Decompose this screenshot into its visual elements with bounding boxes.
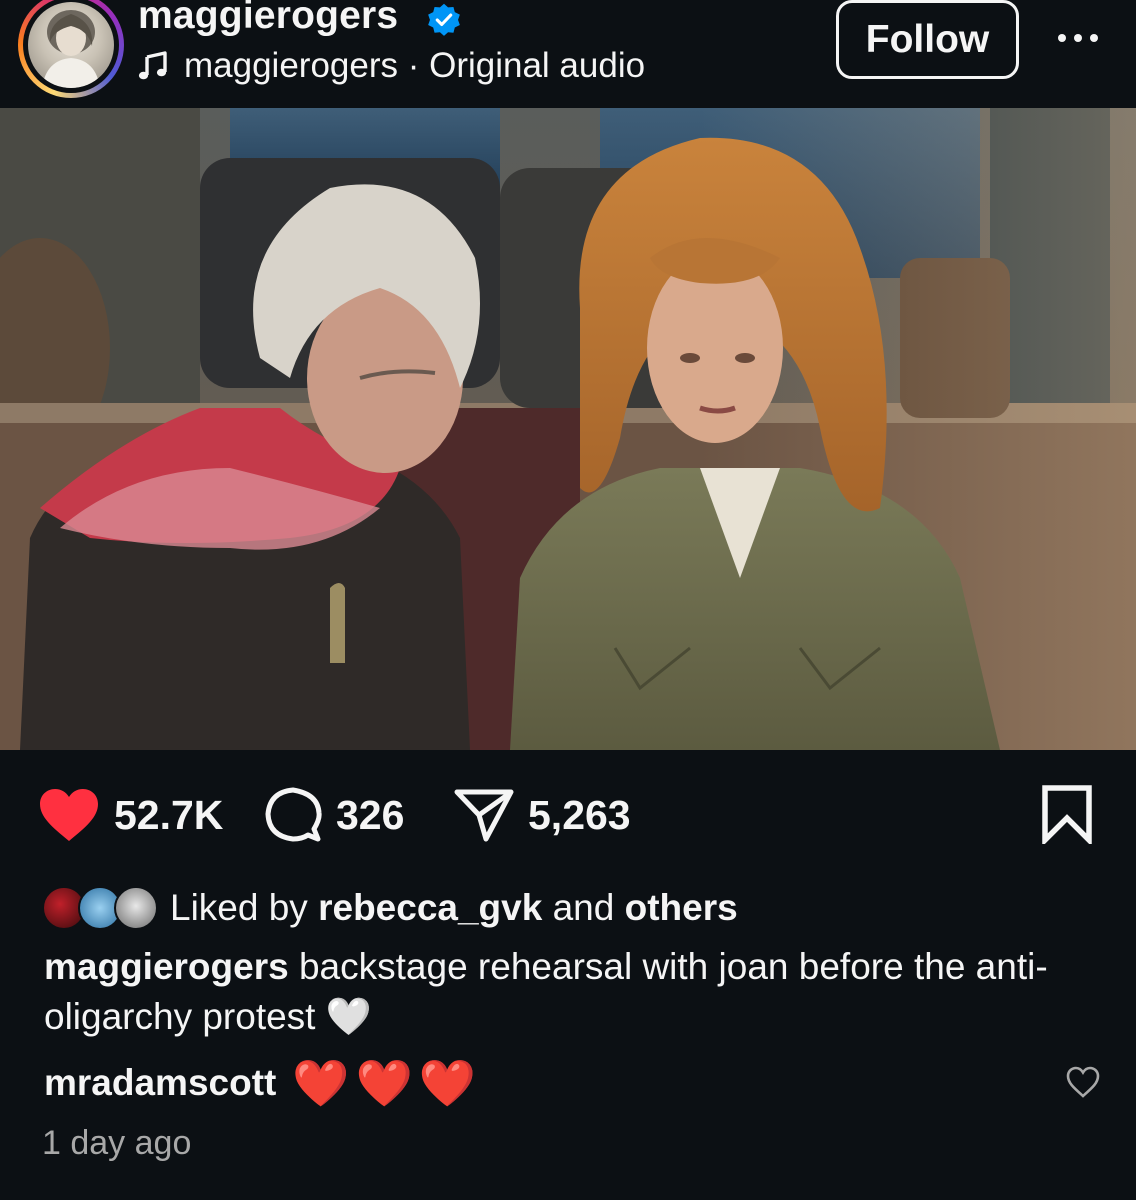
reel-video[interactable] <box>0 108 1136 750</box>
post-actions: 52.7K 326 5,263 <box>0 780 1136 850</box>
share-action[interactable]: 5,263 <box>454 780 631 850</box>
liked-by-others[interactable]: others <box>625 887 738 929</box>
liker-avatar <box>114 886 158 930</box>
comment-author[interactable]: mradamscott <box>44 1062 276 1104</box>
comment-action[interactable]: 326 <box>264 780 404 850</box>
audio-attribution[interactable]: maggierogers · Original audio <box>138 44 645 88</box>
liked-by-middle: and <box>552 887 615 928</box>
liked-by-prefix: Liked by <box>170 887 308 928</box>
liked-by-row[interactable]: Liked by rebecca_gvk and others <box>42 884 738 932</box>
verified-badge-icon <box>428 3 460 36</box>
like-action[interactable]: 52.7K <box>38 780 223 850</box>
comment-heart-outline-icon[interactable] <box>1066 1066 1100 1098</box>
send-icon[interactable] <box>454 787 514 843</box>
like-count: 52.7K <box>114 791 224 838</box>
username[interactable]: maggierogers <box>138 0 398 38</box>
post-caption: maggierogers backstage rehearsal with jo… <box>44 942 1084 1042</box>
bookmark-icon[interactable] <box>1040 784 1094 844</box>
post-header: maggierogers maggierogers · Original aud… <box>0 0 1136 108</box>
comment-count: 326 <box>336 791 405 838</box>
heart-filled-icon[interactable] <box>38 787 100 843</box>
caption-emoji: 🤍 <box>325 996 372 1037</box>
music-note-icon <box>138 51 167 80</box>
liker-avatars <box>42 885 162 931</box>
profile-avatar[interactable] <box>18 0 124 98</box>
follow-button[interactable]: Follow <box>836 0 1019 79</box>
share-count: 5,263 <box>528 791 631 838</box>
audio-artist: maggierogers <box>184 46 398 85</box>
caption-author[interactable]: maggierogers <box>44 946 289 987</box>
video-frame-illustration <box>0 108 1136 750</box>
top-comment: mradamscott ❤️❤️❤️ <box>44 1056 482 1110</box>
comment-text: ❤️❤️❤️ <box>292 1056 483 1109</box>
post-timestamp: 1 day ago <box>42 1124 192 1162</box>
audio-separator: · <box>398 46 430 85</box>
liked-by-user[interactable]: rebecca_gvk <box>318 887 542 929</box>
more-horizontal-icon[interactable] <box>1056 28 1100 48</box>
comment-bubble-icon[interactable] <box>264 786 322 844</box>
audio-title: Original audio <box>429 46 646 85</box>
instagram-reel-post: maggierogers maggierogers · Original aud… <box>0 0 1136 1200</box>
